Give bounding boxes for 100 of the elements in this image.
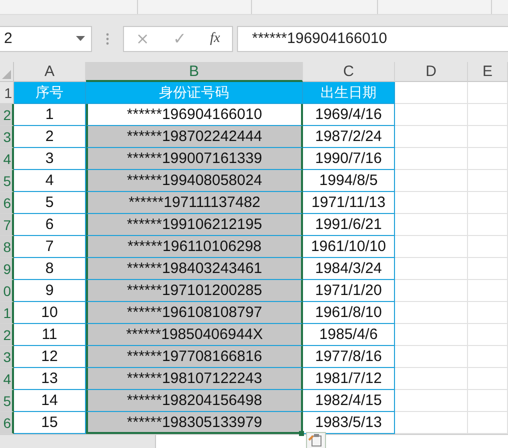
grid-cell[interactable] — [468, 170, 508, 192]
table-cell: 5 — [14, 192, 86, 214]
select-all-icon[interactable] — [2, 69, 11, 79]
table-cell[interactable]: ******19850406944X — [86, 324, 303, 346]
column-header[interactable]: B — [86, 62, 303, 82]
table-cell: 1991/6/21 — [303, 214, 395, 236]
grid-cell[interactable] — [395, 192, 468, 214]
table-cell: 6 — [14, 214, 86, 236]
table-cell[interactable]: ******196904166010 — [86, 104, 303, 126]
table-cell: 2 — [14, 126, 86, 148]
grid-cell[interactable] — [395, 214, 468, 236]
table-cell[interactable]: ******199007161339 — [86, 148, 303, 170]
table-cell: 1987/2/24 — [303, 126, 395, 148]
grid-cell[interactable] — [395, 104, 468, 126]
row-header[interactable]: 6 — [0, 412, 14, 434]
table-cell[interactable]: ******196108108797 — [86, 302, 303, 324]
row-header[interactable]: 1 — [0, 82, 14, 104]
grid-cell[interactable] — [468, 346, 508, 368]
row-header[interactable]: 0 — [0, 280, 14, 302]
grid-cell[interactable] — [468, 368, 508, 390]
column-header[interactable]: E — [468, 62, 508, 82]
table-cell: 1984/3/24 — [303, 258, 395, 280]
grid-cell[interactable] — [395, 170, 468, 192]
table-cell[interactable]: ******198204156498 — [86, 390, 303, 412]
table-header-cell: 序号 — [14, 82, 86, 104]
table-cell[interactable]: ******199408058024 — [86, 170, 303, 192]
grid-cell[interactable] — [468, 148, 508, 170]
row-header[interactable]: 7 — [0, 214, 14, 236]
grid-cell[interactable] — [395, 368, 468, 390]
row-header[interactable]: 1 — [0, 302, 14, 324]
insert-function-button[interactable]: fx — [210, 30, 220, 46]
grid-cell[interactable] — [468, 126, 508, 148]
row-header[interactable]: 4 — [0, 368, 14, 390]
grid-cell[interactable] — [395, 302, 468, 324]
grid-cell[interactable] — [395, 82, 468, 104]
table-cell[interactable]: ******198702242444 — [86, 126, 303, 148]
row-header[interactable]: 5 — [0, 390, 14, 412]
grid-cell[interactable] — [468, 236, 508, 258]
grid-cell[interactable] — [395, 148, 468, 170]
grid-cell[interactable] — [468, 258, 508, 280]
column-header[interactable]: D — [395, 62, 468, 82]
grid-cell[interactable] — [395, 324, 468, 346]
grid-cell[interactable] — [468, 302, 508, 324]
drag-handle-icon[interactable] — [106, 32, 109, 44]
table-cell: 1 — [14, 104, 86, 126]
name-box[interactable]: 2 — [0, 26, 92, 52]
table-cell: 15 — [14, 412, 86, 434]
table-cell: 1994/8/5 — [303, 170, 395, 192]
row-header[interactable]: 3 — [0, 126, 14, 148]
grid-cell[interactable] — [468, 324, 508, 346]
table-cell: 1990/7/16 — [303, 148, 395, 170]
row-header[interactable]: 9 — [0, 258, 14, 280]
dropdown-caret-icon[interactable] — [76, 36, 85, 41]
table-cell: 1985/4/6 — [303, 324, 395, 346]
table-cell[interactable]: ******197101200285 — [86, 280, 303, 302]
table-header-cell: 出生日期 — [303, 82, 395, 104]
table-cell[interactable]: ******197111137482 — [86, 192, 303, 214]
table-cell[interactable]: ******198107122243 — [86, 368, 303, 390]
row-header[interactable]: 2 — [0, 324, 14, 346]
table-cell: 1971/11/13 — [303, 192, 395, 214]
grid-cell[interactable] — [395, 258, 468, 280]
table-cell[interactable]: ******196110106298 — [86, 236, 303, 258]
grid-cell[interactable] — [468, 104, 508, 126]
grid-cell[interactable] — [395, 390, 468, 412]
table-cell: 12 — [14, 346, 86, 368]
row-header[interactable]: 5 — [0, 170, 14, 192]
grid-cell[interactable] — [395, 236, 468, 258]
fill-handle[interactable] — [299, 431, 304, 436]
grid-cell[interactable] — [468, 214, 508, 236]
table-cell[interactable]: ******198403243461 — [86, 258, 303, 280]
row-header[interactable]: 4 — [0, 148, 14, 170]
formula-input[interactable]: ******196904166010 — [237, 26, 508, 52]
table-cell[interactable]: ******198305133979 — [86, 412, 303, 434]
grid-cell[interactable] — [468, 192, 508, 214]
table-cell: 10 — [14, 302, 86, 324]
table-header-cell: 身份证号码 — [86, 82, 303, 104]
paste-options-icon[interactable] — [306, 432, 326, 448]
table-cell: 14 — [14, 390, 86, 412]
table-cell: 1982/4/15 — [303, 390, 395, 412]
table-cell: 8 — [14, 258, 86, 280]
table-cell: 7 — [14, 236, 86, 258]
grid-cell[interactable] — [395, 346, 468, 368]
column-header[interactable]: A — [14, 62, 86, 82]
table-cell: 1977/8/16 — [303, 346, 395, 368]
table-cell: 1961/10/10 — [303, 236, 395, 258]
row-header[interactable]: 3 — [0, 346, 14, 368]
table-cell[interactable]: ******199106212195 — [86, 214, 303, 236]
row-header[interactable]: 8 — [0, 236, 14, 258]
row-header[interactable]: 6 — [0, 192, 14, 214]
grid-cell[interactable] — [468, 390, 508, 412]
row-header[interactable]: 2 — [0, 104, 14, 126]
table-cell: 1971/1/20 — [303, 280, 395, 302]
grid-cell[interactable] — [468, 82, 508, 104]
table-cell: 1983/5/13 — [303, 412, 395, 434]
grid-cell[interactable] — [468, 280, 508, 302]
table-cell: 11 — [14, 324, 86, 346]
column-header[interactable]: C — [303, 62, 395, 82]
table-cell[interactable]: ******197708166816 — [86, 346, 303, 368]
grid-cell[interactable] — [395, 126, 468, 148]
grid-cell[interactable] — [395, 280, 468, 302]
